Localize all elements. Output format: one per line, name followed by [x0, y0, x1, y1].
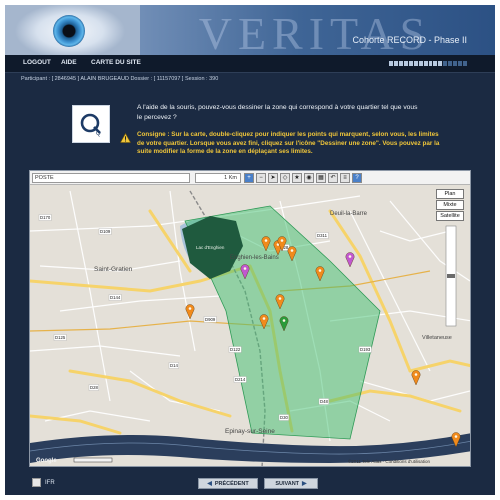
app-window: VERITAS Cohorte RECORD - Phase II LOGOUT…	[5, 5, 495, 495]
map-panel[interactable]: Saint-Gratien Enghien-les-Bains Deuil-la…	[29, 170, 471, 467]
road-label: D109	[100, 229, 111, 234]
progress-segment	[428, 61, 433, 66]
label-lac: Lac d'Enghien	[196, 245, 225, 250]
top-nav: LOGOUT AIDE CARTE DU SITE	[5, 55, 495, 73]
map-type-mixte-button[interactable]: Mixte	[436, 200, 464, 210]
map-type-switcher: Plan Mixte Satellite	[436, 189, 464, 222]
label-epinay: Epinay-sur-Seine	[225, 428, 275, 435]
ifr-checkbox[interactable]	[32, 478, 41, 487]
progress-segment	[443, 61, 448, 66]
header-banner: VERITAS Cohorte RECORD - Phase II	[5, 5, 495, 55]
progress-bar	[389, 61, 467, 66]
road-label: D909	[205, 317, 216, 322]
arrow-left-icon: ◀	[207, 481, 212, 487]
progress-segment	[389, 61, 393, 66]
progress-segment	[438, 61, 443, 66]
road-label: D144	[110, 295, 121, 300]
participant-info: Participant : [ 2846945 ] ALAIN BRUGEAUD…	[21, 76, 219, 82]
instruction-text: Consigne : Sur la carte, double-cliquez …	[137, 131, 440, 156]
progress-segment	[453, 61, 458, 66]
svg-text:Q: Q	[96, 131, 101, 137]
study-title: Cohorte RECORD - Phase II	[352, 35, 467, 45]
progress-segment	[458, 61, 463, 66]
road-label: D122	[230, 347, 241, 352]
arrow-right-icon: ▶	[302, 481, 307, 487]
grid-icon[interactable]: ▦	[316, 173, 326, 183]
progress-segment	[413, 61, 418, 66]
label-deuil: Deuil-la-Barre	[330, 211, 368, 217]
progress-segment	[448, 61, 453, 66]
previous-button-label: PRÉCÉDENT	[214, 480, 249, 487]
warning-icon	[120, 133, 131, 143]
help-icon[interactable]: ?	[352, 173, 362, 183]
progress-segment	[418, 61, 423, 66]
next-button[interactable]: SUIVANT ▶	[264, 478, 318, 489]
zoom-in-icon[interactable]: +	[244, 173, 254, 183]
logout-link[interactable]: LOGOUT	[23, 59, 51, 66]
svg-text:Google: Google	[36, 458, 57, 464]
road-label: D28	[90, 385, 98, 390]
star-icon[interactable]: ★	[292, 173, 302, 183]
map-canvas[interactable]: Saint-Gratien Enghien-les-Bains Deuil-la…	[30, 171, 471, 467]
progress-segment	[408, 61, 413, 66]
label-saint-gratien: Saint-Gratien	[94, 266, 133, 273]
help-link[interactable]: AIDE	[61, 59, 77, 66]
list-icon[interactable]: ≡	[340, 173, 350, 183]
map-type-satellite-button[interactable]: Satellite	[436, 211, 464, 221]
road-label: D14	[170, 363, 178, 368]
question-text: A l'aide de la souris, pouvez-vous dessi…	[137, 104, 418, 121]
next-button-label: SUIVANT	[275, 480, 300, 487]
progress-segment	[423, 61, 428, 66]
previous-button[interactable]: ◀ PRÉCÉDENT	[198, 478, 258, 489]
back-icon[interactable]: ↶	[328, 173, 338, 183]
road-label: D125	[55, 335, 66, 340]
road-label: D48	[320, 399, 328, 404]
address-field[interactable]: POSTE	[32, 173, 190, 183]
road-label: D214	[235, 377, 246, 382]
zoom-out-icon[interactable]: −	[256, 173, 266, 183]
ifr-toggle[interactable]: IFR	[32, 478, 55, 487]
pointer-icon[interactable]: ➤	[268, 173, 278, 183]
map-copyright: ©2011 Tele Atlas · Conditions d'utilisat…	[347, 459, 430, 464]
road-label: D170	[40, 215, 51, 220]
road-label: D30	[280, 415, 288, 420]
sitemap-link[interactable]: CARTE DU SITE	[91, 59, 141, 66]
scale-select[interactable]: 1 Km	[195, 173, 241, 183]
label-enghien: Enghien-les-Bains	[230, 255, 279, 261]
eye-logo-icon	[5, 5, 140, 55]
road-label: D193	[360, 347, 371, 352]
label-villetaneuse: Villetaneuse	[422, 335, 452, 341]
map-toolbar: POSTE 1 Km + − ➤ ◇ ★ ◉ ▦ ↶ ≡ ?	[30, 171, 470, 185]
progress-segment	[398, 61, 403, 66]
draw-zone-icon[interactable]: ◇	[280, 173, 290, 183]
camera-icon[interactable]: ◉	[304, 173, 314, 183]
map-type-plan-button[interactable]: Plan	[436, 189, 464, 199]
progress-segment	[403, 61, 408, 66]
progress-segment	[393, 61, 398, 66]
veritas-logo-text: VERITAS	[198, 8, 432, 55]
ifr-label: IFR	[45, 479, 55, 486]
progress-segment	[433, 61, 438, 66]
question-icon: Q	[72, 105, 110, 143]
road-label: D311	[317, 233, 328, 238]
progress-segment	[463, 61, 467, 66]
